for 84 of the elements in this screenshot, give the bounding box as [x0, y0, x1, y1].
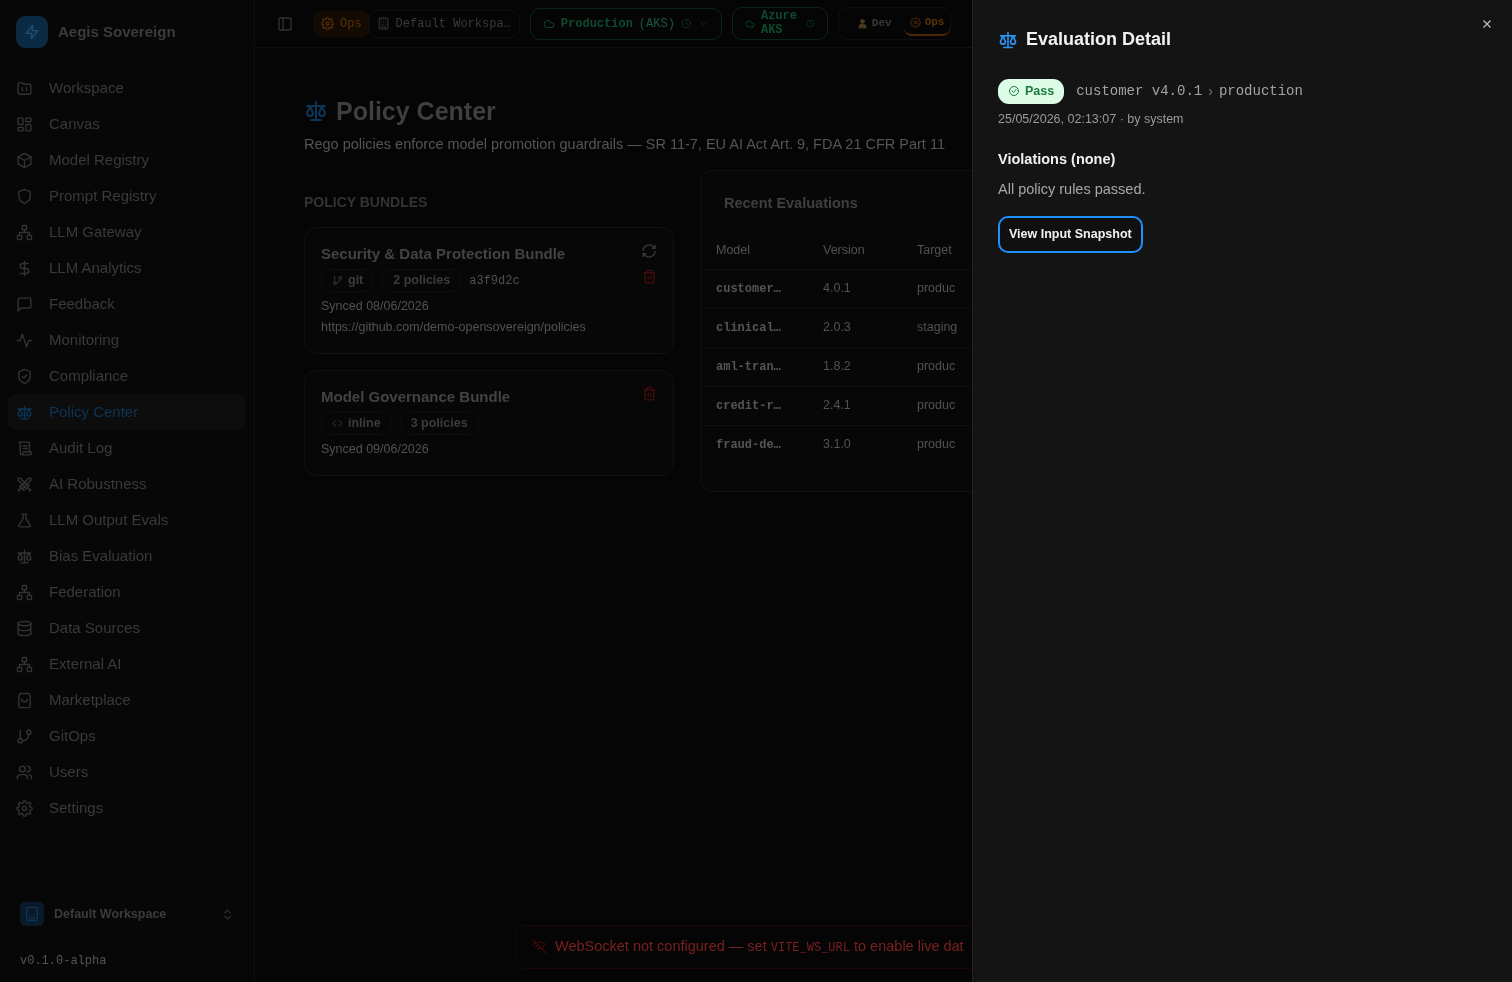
table-cell-text: 1.8.2 [823, 358, 852, 376]
toast-message: WebSocket not configured — set VITE_WS_URL to enable live dat [555, 937, 964, 957]
clock-icon [805, 18, 815, 29]
users-icon [16, 763, 33, 781]
target-environment: production [1218, 81, 1303, 101]
evaluation-meta: 25/05/2026, 02:13:07 · by system [998, 110, 1185, 128]
sidebar-item[interactable]: Policy Center [8, 394, 246, 430]
person-icon [856, 18, 868, 29]
page-subtitle: Rego policies enforce model promotion guardrails — SR 11-7, EU AI Act Art. 9, FDA 21 CFR Part 11 [304, 135, 946, 154]
delete-icon[interactable] [642, 385, 657, 401]
wifi-off-icon [532, 939, 547, 955]
table-cell-text: customer… [715, 280, 782, 298]
column-header: Model [715, 242, 752, 260]
table-cell-text: staging [917, 319, 958, 337]
section-heading: Violations (none) [998, 149, 1117, 169]
bag-icon [16, 691, 33, 709]
table-cell-text: produc [917, 280, 956, 298]
version-label: v0.1.0-alpha [19, 953, 108, 970]
status-badge: Pass [998, 79, 1065, 104]
grid-icon [16, 115, 33, 133]
page-title: Policy Center [336, 96, 496, 126]
column-header: Version [823, 242, 866, 260]
pulse-icon [16, 331, 33, 349]
table-cell-text: produc [917, 358, 956, 376]
cluster-chip: Azure AKS [731, 7, 828, 40]
flask-icon [16, 511, 33, 529]
check-circle-icon [1008, 85, 1020, 98]
cube-icon [16, 151, 33, 169]
role-toggle[interactable]: Ops [903, 11, 951, 36]
gear-icon [321, 17, 334, 30]
commit-hash: a3f9d2c [469, 272, 520, 290]
bundle-title: Model Governance Bundle [321, 386, 511, 407]
building-icon [20, 902, 44, 926]
violations-note: All policy rules passed. [998, 180, 1147, 200]
gear-icon [909, 17, 921, 28]
model-version: customer v4.0.1 [1076, 81, 1203, 101]
scale-icon [304, 99, 328, 123]
view-snapshot-button[interactable]: View Input Snapshot [998, 216, 1143, 253]
database-icon [16, 619, 33, 637]
building-icon [376, 17, 390, 30]
table-cell-text: 4.0.1 [823, 280, 852, 298]
sync-date: Synced 08/06/2026 [321, 298, 430, 315]
sync-date: Synced 09/06/2026 [321, 440, 430, 458]
repository-url: https://github.com/demo-opensovereign/policies [321, 318, 586, 336]
logo-icon [16, 16, 48, 48]
column-header: Target [917, 242, 952, 260]
cloud-icon [542, 17, 555, 30]
table-cell-text: aml-tran… [715, 358, 782, 376]
branch-icon [332, 275, 343, 287]
cloud-icon [744, 17, 755, 30]
table-cell-text: produc [917, 397, 956, 415]
shield-check-icon [16, 367, 33, 385]
clock-icon [680, 18, 692, 29]
scale-icon [16, 403, 33, 421]
delete-icon[interactable] [641, 268, 657, 284]
table-cell-text: 2.4.1 [823, 397, 852, 415]
shield-icon [16, 187, 33, 205]
network-icon [16, 655, 33, 673]
branch-icon [16, 727, 33, 745]
chat-icon [16, 295, 33, 313]
network-icon [16, 583, 33, 601]
card-title: Recent Evaluations [723, 193, 859, 213]
drawer-title: Evaluation Detail [1026, 28, 1172, 51]
network-icon [16, 223, 33, 241]
chevron-up-down-icon [221, 907, 234, 921]
sync-icon[interactable] [641, 242, 657, 259]
scale-icon [998, 29, 1018, 50]
table-cell-text: clinical… [715, 319, 782, 337]
table-cell-text: produc [917, 436, 956, 454]
scale-icon [16, 547, 33, 565]
code-icon [332, 417, 343, 429]
table-cell-text: 2.0.3 [823, 319, 852, 337]
table-cell-text: 3.1.0 [823, 436, 852, 454]
environment-selector[interactable]: Production (AKS) [529, 7, 722, 40]
bundle-title: Security & Data Protection Bundle [321, 243, 567, 264]
sidebar-toggle-icon[interactable] [277, 15, 293, 32]
swords-icon [16, 475, 33, 493]
table-cell-text: credit-r… [715, 397, 782, 415]
folder-icon [16, 79, 33, 97]
separator: › [1208, 81, 1213, 101]
scroll-icon [16, 439, 33, 457]
role-badge: Ops [313, 10, 370, 37]
table-cell-text: fraud-de… [715, 436, 782, 454]
settings-icon [16, 799, 33, 817]
